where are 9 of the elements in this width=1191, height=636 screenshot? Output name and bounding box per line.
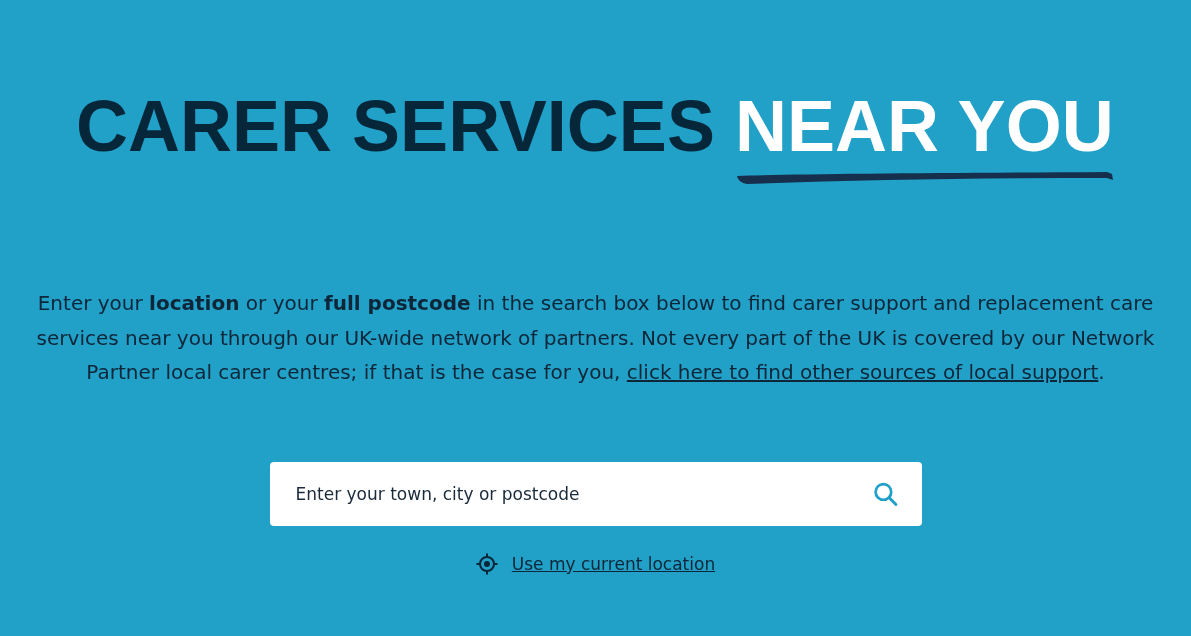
intro-paragraph: Enter your location or your full postcode in the search box below to find carer support and replacement care services near you through our UK-wide network of partners. Not every part of the UK is covered by our Network Partner local carer centres; if that is the case for you, click here to find other sources of local support.	[35, 290, 1156, 386]
crosshair-icon	[475, 552, 498, 575]
search-field[interactable]: Enter your town, city or postcode	[269, 461, 922, 526]
search-icon	[872, 481, 898, 506]
search-button[interactable]	[872, 481, 898, 506]
heading-text: CARER SERVICES	[76, 90, 715, 162]
heading-highlight: NEAR YOU	[734, 90, 1115, 162]
other-support-link[interactable]: click here to find other sources of local support	[626, 360, 1099, 384]
current-location-button[interactable]: Use my current location	[475, 552, 716, 575]
